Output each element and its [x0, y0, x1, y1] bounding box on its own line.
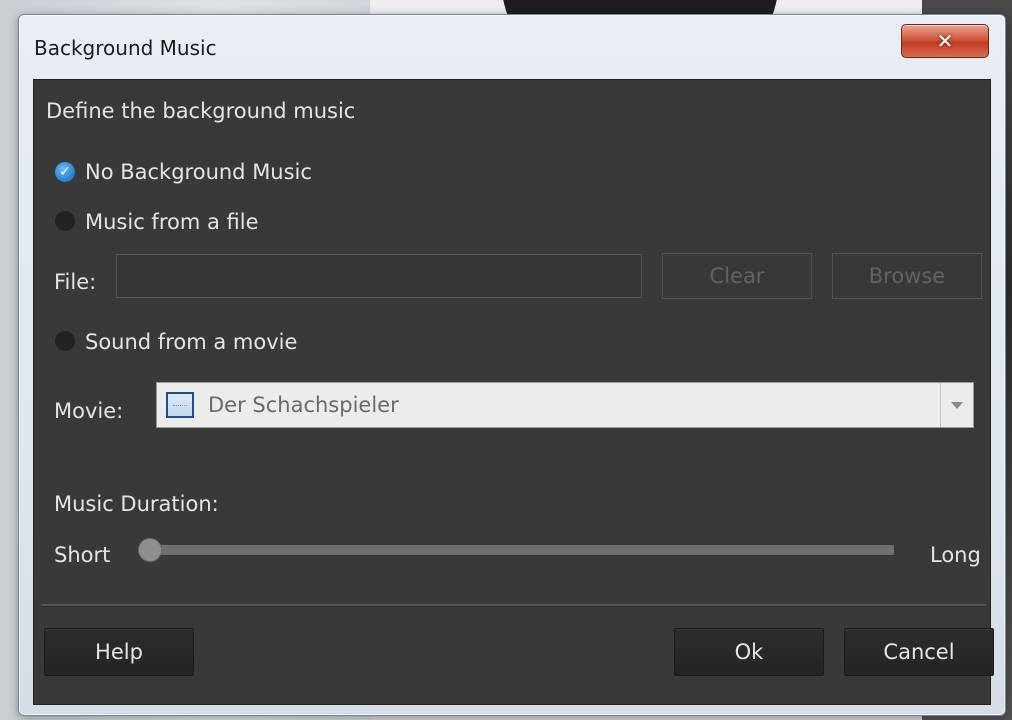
no-music-label[interactable]: No Background Music: [85, 160, 312, 184]
browse-button[interactable]: Browse: [832, 253, 982, 299]
duration-slider-thumb[interactable]: [138, 538, 162, 562]
movie-dropdown-button[interactable]: [940, 383, 973, 427]
dialog-title: Background Music: [34, 36, 217, 60]
movie-select-value: Der Schachspieler: [208, 393, 399, 417]
music-duration-label: Music Duration:: [54, 492, 219, 516]
file-path-input[interactable]: [116, 254, 642, 298]
divider: [42, 604, 986, 607]
movie-sound-radio[interactable]: [55, 331, 75, 351]
close-button[interactable]: ✕: [901, 24, 989, 58]
movie-label: Movie:: [54, 399, 124, 423]
dialog-description: Define the background music: [46, 99, 356, 123]
help-button[interactable]: Help: [44, 628, 194, 676]
background-music-dialog: Background Music ✕ Define the background…: [18, 14, 1006, 716]
clear-button[interactable]: Clear: [662, 253, 812, 299]
file-label: File:: [54, 270, 97, 294]
duration-long-label: Long: [930, 543, 981, 567]
movie-sound-label[interactable]: Sound from a movie: [85, 330, 297, 354]
cancel-button[interactable]: Cancel: [844, 628, 994, 676]
close-icon: ✕: [936, 29, 954, 53]
duration-short-label: Short: [54, 543, 111, 567]
content-panel: Define the background music ✓ No Backgro…: [33, 79, 994, 705]
chevron-down-icon: [951, 401, 963, 409]
checkmark-icon: ✓: [59, 164, 71, 180]
duration-slider[interactable]: [150, 545, 894, 555]
music-file-radio[interactable]: [55, 211, 75, 231]
ok-button[interactable]: Ok: [674, 628, 824, 676]
music-file-label[interactable]: Music from a file: [85, 210, 259, 234]
title-bar[interactable]: Background Music ✕: [19, 15, 1005, 77]
movie-select[interactable]: Der Schachspieler: [156, 382, 974, 428]
no-music-radio[interactable]: ✓: [55, 162, 75, 182]
movie-thumbnail-icon: [166, 392, 194, 418]
